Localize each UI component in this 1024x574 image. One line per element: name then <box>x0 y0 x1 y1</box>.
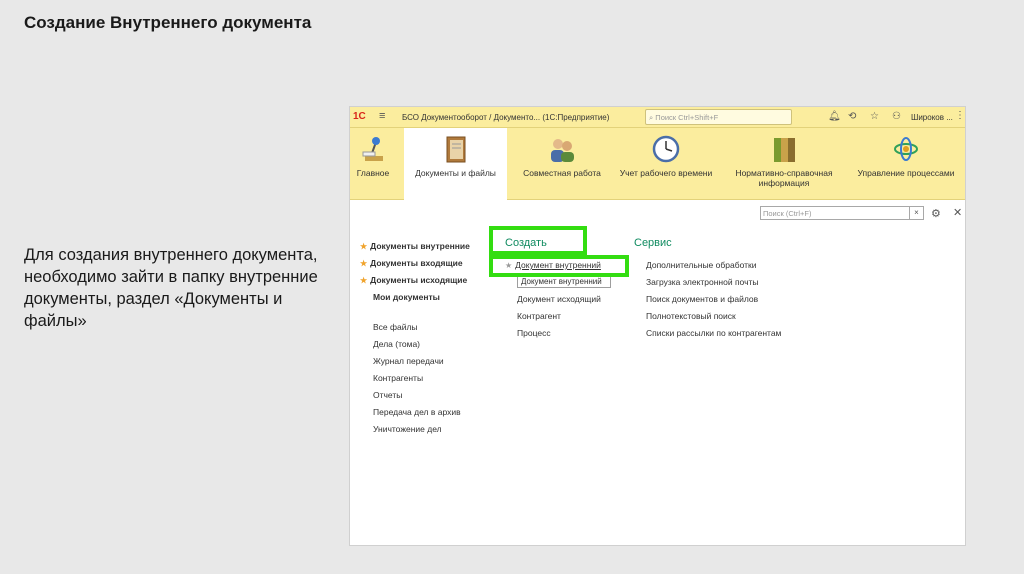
slide-title: Создание Внутреннего документа <box>24 13 312 32</box>
section-label: Нормативно-справочная информация <box>735 168 833 188</box>
nav-item-archive-transfer[interactable]: Передача дел в архив <box>373 407 461 417</box>
favorite-star-icon: ★ <box>360 259 368 268</box>
section-label: Учет рабочего времени <box>619 168 713 178</box>
section-process-management[interactable]: Управление процессами <box>850 128 962 200</box>
service-email-import[interactable]: Загрузка электронной почты <box>646 277 759 287</box>
section-collaboration[interactable]: Совместная работа <box>512 128 612 200</box>
create-outgoing-document[interactable]: Документ исходящий <box>517 294 601 304</box>
service-heading: Сервис <box>634 237 672 249</box>
nav-item-transfer-log[interactable]: Журнал передачи <box>373 356 444 366</box>
favorite-star-icon: ★ <box>360 242 368 251</box>
nav-item-internal-docs[interactable]: ★ Документы внутренние <box>360 241 470 251</box>
process-icon <box>894 137 918 161</box>
panel-search-input[interactable]: Поиск (Ctrl+F) <box>760 206 910 220</box>
title-bar: 1С ≡ БСО Документооборот / Документо... … <box>350 107 965 128</box>
app-logo: 1С <box>353 111 366 122</box>
nav-item-cases[interactable]: Дела (тома) <box>373 339 420 349</box>
service-document-search[interactable]: Поиск документов и файлов <box>646 294 758 304</box>
nav-item-reports[interactable]: Отчеты <box>373 390 402 400</box>
nav-item-contractors[interactable]: Контрагенты <box>373 373 423 383</box>
desk-lamp-icon <box>362 137 383 161</box>
more-icon[interactable]: ⋮ <box>955 110 965 121</box>
highlight-create <box>489 226 587 255</box>
search-icon: ⌕ <box>649 113 654 122</box>
create-contractor[interactable]: Контрагент <box>517 311 561 321</box>
nav-item-outgoing-docs[interactable]: ★ Документы исходящие <box>360 275 467 285</box>
app-window: 1С ≡ БСО Документооборот / Документо... … <box>349 106 966 546</box>
people-icon <box>551 139 574 162</box>
clock-icon <box>652 135 680 163</box>
user-icon[interactable]: ⚇ <box>892 111 901 122</box>
section-label: Документы и файлы <box>415 168 496 178</box>
close-icon[interactable]: ✕ <box>953 206 962 219</box>
nav-item-all-files[interactable]: Все файлы <box>373 322 418 332</box>
section-reference-info[interactable]: Нормативно-справочная информация <box>722 128 846 200</box>
favorite-star-icon: ★ <box>360 276 368 285</box>
star-icon[interactable]: ☆ <box>870 111 879 122</box>
create-process[interactable]: Процесс <box>517 328 551 338</box>
clear-search-button[interactable]: × <box>910 206 924 220</box>
service-fulltext-search[interactable]: Полнотекстовый поиск <box>646 311 736 321</box>
service-mailing-lists[interactable]: Списки рассылки по контрагентам <box>646 328 781 338</box>
hamburger-menu-icon[interactable]: ≡ <box>379 110 385 122</box>
section-main[interactable]: Главное <box>350 128 396 200</box>
service-additional-processing[interactable]: Дополнительные обработки <box>646 260 756 270</box>
section-documents-files[interactable]: Документы и файлы <box>404 128 507 201</box>
nav-item-incoming-docs[interactable]: ★ Документы входящие <box>360 258 463 268</box>
section-label: Управление процессами <box>857 168 955 178</box>
folder-icon <box>446 136 465 163</box>
global-search-input[interactable]: ⌕ Поиск Ctrl+Shift+F <box>645 109 792 125</box>
slide-body: Для создания внутреннего документа, необ… <box>24 246 318 330</box>
nav-item-destruction[interactable]: Уничтожение дел <box>373 424 442 434</box>
section-panel: Главное Документы и файлы Совместная раб… <box>350 128 965 201</box>
section-work-time[interactable]: Учет рабочего времени <box>612 128 720 200</box>
highlight-internal-document <box>489 255 629 277</box>
binders-icon <box>774 138 795 162</box>
section-label: Главное <box>356 168 390 178</box>
window-title: БСО Документооборот / Документо... (1С:П… <box>402 113 610 122</box>
user-name[interactable]: Широков ... <box>911 113 953 122</box>
history-icon[interactable]: ⟲ <box>848 111 856 122</box>
nav-item-my-documents[interactable]: Мои документы <box>373 292 440 302</box>
bell-icon[interactable]: 🔔︎ <box>828 111 841 122</box>
section-label: Совместная работа <box>523 168 601 178</box>
gear-icon[interactable]: ⚙ <box>931 207 941 220</box>
